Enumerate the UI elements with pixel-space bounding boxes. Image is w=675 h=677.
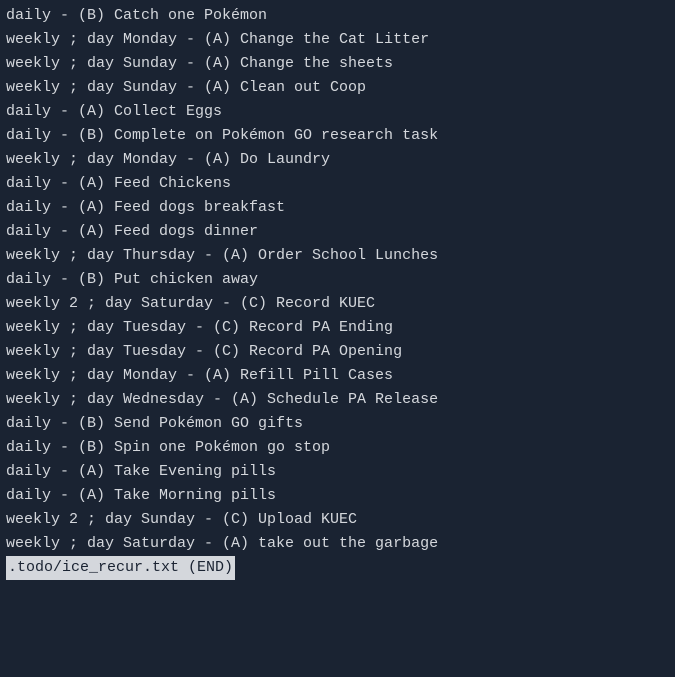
todo-line: daily - (A) Take Morning pills [6, 484, 669, 508]
todo-line: weekly ; day Monday - (A) Change the Cat… [6, 28, 669, 52]
todo-line: daily - (B) Spin one Pokémon go stop [6, 436, 669, 460]
todo-line: weekly ; day Sunday - (A) Clean out Coop [6, 76, 669, 100]
todo-line: daily - (B) Catch one Pokémon [6, 4, 669, 28]
todo-line: daily - (A) Feed dogs dinner [6, 220, 669, 244]
todo-line: weekly ; day Tuesday - (C) Record PA Ope… [6, 340, 669, 364]
todo-line: weekly ; day Wednesday - (A) Schedule PA… [6, 388, 669, 412]
todo-line: daily - (B) Put chicken away [6, 268, 669, 292]
todo-line: daily - (B) Complete on Pokémon GO resea… [6, 124, 669, 148]
todo-line: weekly ; day Monday - (A) Refill Pill Ca… [6, 364, 669, 388]
todo-line: weekly ; day Saturday - (A) take out the… [6, 532, 669, 556]
todo-line: daily - (B) Send Pokémon GO gifts [6, 412, 669, 436]
todo-line: weekly 2 ; day Sunday - (C) Upload KUEC [6, 508, 669, 532]
todo-line: weekly ; day Sunday - (A) Change the she… [6, 52, 669, 76]
todo-line: weekly 2 ; day Saturday - (C) Record KUE… [6, 292, 669, 316]
todo-line: weekly ; day Tuesday - (C) Record PA End… [6, 316, 669, 340]
todo-line: daily - (A) Feed Chickens [6, 172, 669, 196]
todo-line: daily - (A) Feed dogs breakfast [6, 196, 669, 220]
todo-line: weekly ; day Monday - (A) Do Laundry [6, 148, 669, 172]
todo-line: daily - (A) Take Evening pills [6, 460, 669, 484]
pager-status: .todo/ice_recur.txt (END) [6, 556, 235, 580]
todo-line: weekly ; day Thursday - (A) Order School… [6, 244, 669, 268]
todo-line: daily - (A) Collect Eggs [6, 100, 669, 124]
pager-output[interactable]: daily - (B) Catch one Pokémon weekly ; d… [6, 4, 669, 580]
